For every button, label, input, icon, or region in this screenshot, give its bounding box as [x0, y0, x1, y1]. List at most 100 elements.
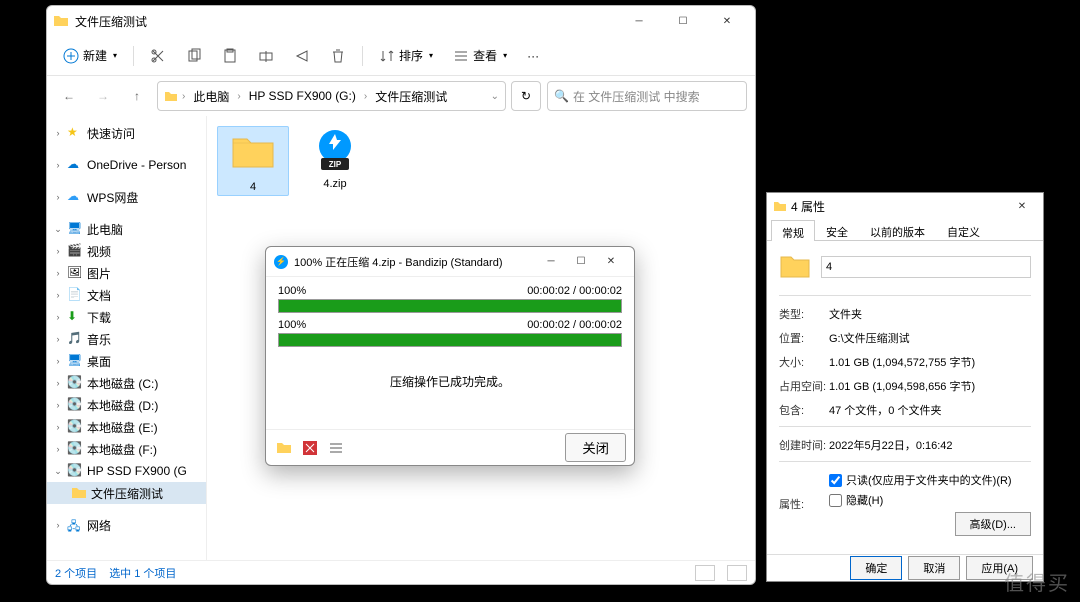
address-bar[interactable]: › 此电脑 › HP SSD FX900 (G:) › 文件压缩测试 ⌄: [157, 81, 506, 111]
attributes-label: 属性:: [779, 496, 829, 512]
tab-general[interactable]: 常规: [771, 220, 815, 241]
download-icon: ⬇: [67, 309, 83, 325]
cancel-button[interactable]: 取消: [908, 556, 960, 580]
close-button[interactable]: ✕: [705, 7, 749, 35]
search-input[interactable]: 🔍 在 文件压缩测试 中搜索: [547, 81, 747, 111]
tab-security[interactable]: 安全: [815, 219, 859, 240]
toolbar: 新建▾ 排序▾ 查看▾ ···: [47, 36, 755, 76]
sidebar-pictures[interactable]: ›🖼图片: [47, 262, 206, 284]
sidebar-disk-e[interactable]: ›💽本地磁盘 (E:): [47, 416, 206, 438]
size-value: 1.01 GB (1,094,572,755 字节): [829, 354, 1031, 370]
sidebar-onedrive[interactable]: ›☁OneDrive - Person: [47, 154, 206, 176]
sidebar-network[interactable]: ›🖧网络: [47, 514, 206, 536]
copy-icon: [186, 48, 202, 64]
drive-icon: 💽: [67, 463, 83, 479]
selected-count: 选中 1 个项目: [109, 565, 176, 581]
sidebar-wps[interactable]: ›☁WPS网盘: [47, 186, 206, 208]
progress-2-percent: 100%: [278, 319, 306, 331]
folder-icon: [779, 251, 811, 283]
hidden-checkbox[interactable]: [829, 494, 842, 507]
drive-icon: 💽: [67, 419, 83, 435]
sidebar-disk-f[interactable]: ›💽本地磁盘 (F:): [47, 438, 206, 460]
rename-icon: [258, 48, 274, 64]
delete-button[interactable]: [322, 44, 354, 68]
progress-bar-2: [278, 333, 622, 347]
clipboard-icon: [222, 48, 238, 64]
dialog-title: 4 属性: [791, 198, 825, 215]
paste-button[interactable]: [214, 44, 246, 68]
disk-value: 1.01 GB (1,094,598,656 字节): [829, 378, 1031, 394]
drive-icon: 💽: [67, 397, 83, 413]
location-value: G:\文件压缩测试: [829, 330, 1031, 346]
minimize-button[interactable]: ─: [617, 7, 661, 35]
new-button[interactable]: 新建▾: [55, 43, 125, 68]
close-action-button[interactable]: 关闭: [565, 433, 626, 462]
video-icon: 🎬: [67, 243, 83, 259]
breadcrumb-item[interactable]: 此电脑: [189, 86, 233, 107]
maximize-button[interactable]: ☐: [661, 7, 705, 35]
forward-button[interactable]: →: [89, 82, 117, 110]
advanced-button[interactable]: 高级(D)...: [955, 512, 1031, 536]
ok-button[interactable]: 确定: [850, 556, 902, 580]
close-button[interactable]: ✕: [1007, 192, 1037, 220]
network-icon: 🖧: [67, 517, 83, 533]
tab-previous[interactable]: 以前的版本: [859, 219, 936, 240]
readonly-checkbox[interactable]: [829, 474, 842, 487]
sidebar-quick-access[interactable]: ›★快速访问: [47, 122, 206, 144]
maximize-button[interactable]: ☐: [566, 248, 596, 276]
icons-view-button[interactable]: [727, 565, 747, 581]
sidebar-desktop[interactable]: ›🖥桌面: [47, 350, 206, 372]
type-label: 类型:: [779, 306, 829, 322]
sidebar-disk-d[interactable]: ›💽本地磁盘 (D:): [47, 394, 206, 416]
star-icon: ★: [67, 125, 83, 141]
watermark: 值得买: [1004, 567, 1070, 596]
document-icon: 📄: [67, 287, 83, 303]
open-folder-button[interactable]: [274, 438, 294, 458]
close-button[interactable]: ✕: [596, 248, 626, 276]
zip-file-item[interactable]: ZIP 4.zip: [299, 126, 371, 190]
music-icon: 🎵: [67, 331, 83, 347]
list-button[interactable]: [326, 438, 346, 458]
sidebar-disk-c[interactable]: ›💽本地磁盘 (C:): [47, 372, 206, 394]
sidebar-videos[interactable]: ›🎬视频: [47, 240, 206, 262]
sidebar-music[interactable]: ›🎵音乐: [47, 328, 206, 350]
details-view-button[interactable]: [695, 565, 715, 581]
sidebar-thispc[interactable]: ⌄🖥此电脑: [47, 218, 206, 240]
bandizip-icon: ⚡: [274, 255, 288, 269]
up-button[interactable]: ↑: [123, 82, 151, 110]
cut-button[interactable]: [142, 44, 174, 68]
view-button[interactable]: 查看▾: [445, 43, 515, 68]
more-button[interactable]: ···: [519, 45, 547, 67]
back-button[interactable]: ←: [55, 82, 83, 110]
minimize-button[interactable]: ─: [536, 248, 566, 276]
rename-button[interactable]: [250, 44, 282, 68]
sidebar-current-folder[interactable]: 文件压缩测试: [47, 482, 206, 504]
dialog-titlebar: 4 属性 ✕: [767, 193, 1043, 219]
bandizip-dialog: ⚡ 100% 正在压缩 4.zip - Bandizip (Standard) …: [265, 246, 635, 466]
created-label: 创建时间:: [779, 437, 829, 453]
properties-dialog: 4 属性 ✕ 常规 安全 以前的版本 自定义 类型:文件夹 位置:G:\文件压缩…: [766, 192, 1044, 582]
sidebar-documents[interactable]: ›📄文档: [47, 284, 206, 306]
folder-icon: [229, 129, 277, 177]
chevron-down-icon[interactable]: ⌄: [491, 91, 499, 102]
copy-button[interactable]: [178, 44, 210, 68]
search-icon: 🔍: [554, 89, 569, 103]
folder-icon: [71, 485, 87, 501]
sidebar-disk-g[interactable]: ⌄💽HP SSD FX900 (G: [47, 460, 206, 482]
folder-icon: [53, 13, 69, 29]
cloud-icon: ☁: [67, 189, 83, 205]
check-icon: [302, 440, 318, 456]
navbar: ← → ↑ › 此电脑 › HP SSD FX900 (G:) › 文件压缩测试…: [47, 76, 755, 116]
sidebar-downloads[interactable]: ›⬇下载: [47, 306, 206, 328]
tab-custom[interactable]: 自定义: [936, 219, 991, 240]
breadcrumb-item[interactable]: 文件压缩测试: [371, 86, 451, 107]
tab-list: 常规 安全 以前的版本 自定义: [767, 219, 1043, 241]
test-button[interactable]: [300, 438, 320, 458]
name-field[interactable]: [821, 256, 1031, 278]
refresh-button[interactable]: ↻: [511, 81, 541, 111]
drive-icon: 💽: [67, 375, 83, 391]
breadcrumb-item[interactable]: HP SSD FX900 (G:): [245, 87, 360, 105]
share-button[interactable]: [286, 44, 318, 68]
folder-item[interactable]: 4: [217, 126, 289, 196]
sort-button[interactable]: 排序▾: [371, 43, 441, 68]
